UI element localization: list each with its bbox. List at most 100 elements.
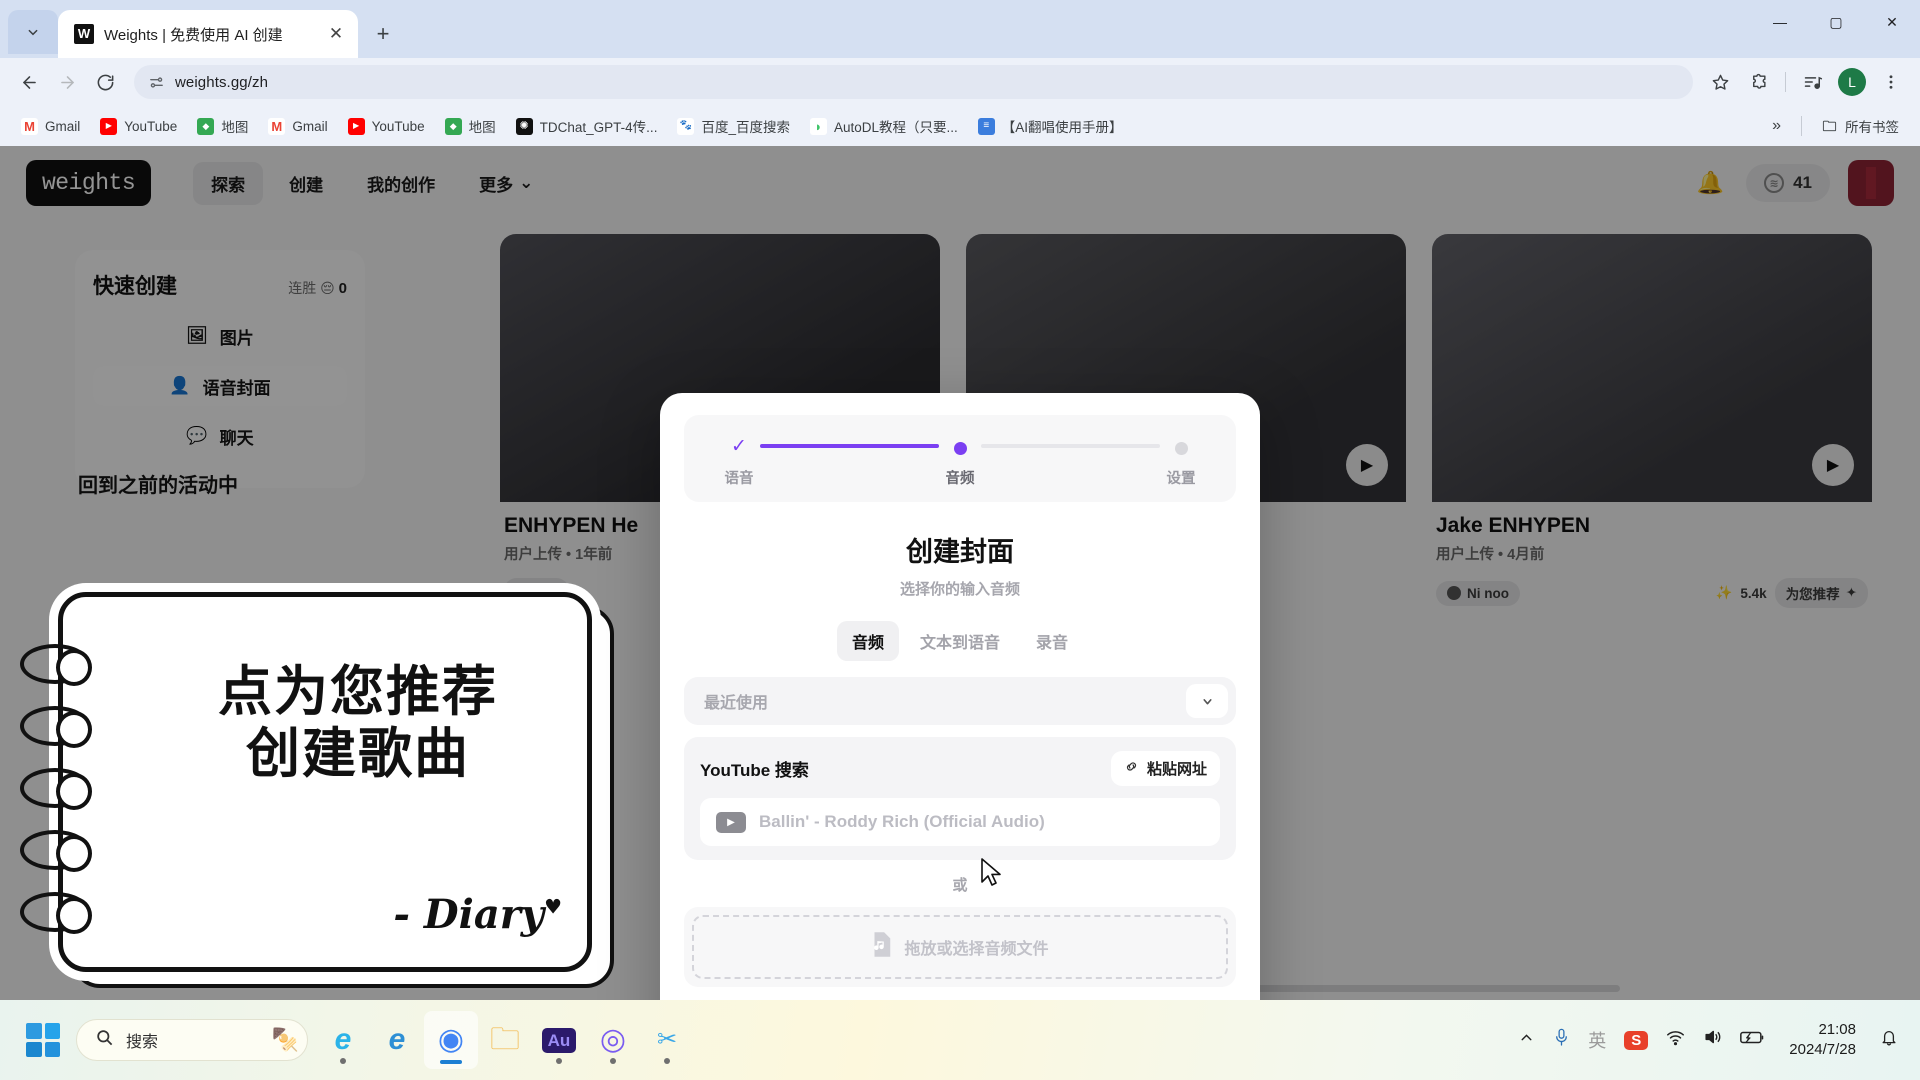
- volume-icon[interactable]: [1703, 1028, 1722, 1052]
- step-audio[interactable]: 音频: [939, 435, 981, 488]
- audio-dropzone-inner[interactable]: 拖放或选择音频文件: [692, 915, 1228, 979]
- taskbar-app-edge-legacy[interactable]: e: [316, 1011, 370, 1069]
- browser-tab[interactable]: W Weights | 免费使用 AI 创建 ✕: [58, 10, 358, 58]
- youtube-search-header: YouTube 搜索 粘贴网址: [700, 751, 1220, 786]
- media-control-icon[interactable]: [1796, 65, 1830, 99]
- running-indicator: [664, 1058, 670, 1064]
- close-window-button[interactable]: ✕: [1864, 0, 1920, 44]
- youtube-input-placeholder: Ballin' - Roddy Rich (Official Audio): [759, 812, 1045, 831]
- stepper-bar-complete: [760, 444, 939, 448]
- tab-title: Weights | 免费使用 AI 创建: [104, 26, 283, 44]
- page-viewport: weights 探索 创建 我的创作 更多 ⌄ 🔔 ≋ 41 快速创建 连胜 😔…: [0, 146, 1920, 1000]
- tab-audio[interactable]: 音频: [836, 621, 899, 661]
- spiral-ring-icon: [20, 830, 92, 872]
- modal-subtitle: 选择你的输入音频: [899, 581, 1020, 598]
- modal-tabs: 音频 文本到语音 录音: [684, 621, 1236, 661]
- tab-record[interactable]: 录音: [1021, 621, 1083, 661]
- taskbar-app-audition[interactable]: Au: [532, 1011, 586, 1069]
- windows-start-icon[interactable]: [26, 1023, 60, 1057]
- bookmark-item[interactable]: M Gmail: [259, 113, 336, 140]
- chevron-down-icon[interactable]: [1186, 684, 1228, 718]
- tab-strip: W Weights | 免费使用 AI 创建 ✕ +: [0, 0, 1920, 58]
- minimize-button[interactable]: —: [1752, 0, 1808, 44]
- step-dot-active: [953, 441, 967, 455]
- kebab-menu-icon[interactable]: [1874, 65, 1908, 99]
- bookmark-item[interactable]: ◆ 地图: [436, 111, 505, 141]
- youtube-search-section: YouTube 搜索 粘贴网址 ▶ Ballin' - Roddy Rich (…: [684, 737, 1236, 860]
- bookmark-item[interactable]: M Gmail: [12, 113, 89, 140]
- sogou-input-icon[interactable]: S: [1624, 1030, 1649, 1050]
- baidu-icon: 🐾: [677, 117, 695, 135]
- google-docs-icon: ≡: [977, 117, 995, 135]
- microphone-icon[interactable]: [1553, 1028, 1570, 1053]
- or-divider-label: 或: [952, 877, 968, 894]
- url-text: weights.gg/zh: [175, 73, 269, 91]
- bookmark-item[interactable]: ▶ YouTube: [91, 113, 186, 140]
- battery-charging-icon[interactable]: [1740, 1029, 1765, 1051]
- maximize-button[interactable]: ▢: [1808, 0, 1864, 44]
- browser-window: W Weights | 免费使用 AI 创建 ✕ + — ▢ ✕ weights…: [0, 0, 1920, 1080]
- paste-url-button[interactable]: 粘贴网址: [1110, 751, 1220, 786]
- browser-toolbar: weights.gg/zh L: [0, 58, 1920, 106]
- step-settings-label: 设置: [1166, 471, 1196, 487]
- taskbar-search-placeholder: 搜索: [126, 1034, 159, 1051]
- bookmark-item[interactable]: ◗ AutoDL教程（只要...: [801, 111, 967, 141]
- bookmark-item[interactable]: ◆ 地图: [188, 111, 257, 141]
- new-tab-button[interactable]: +: [366, 17, 400, 51]
- bookmark-item[interactable]: ▶ YouTube: [339, 113, 434, 140]
- profile-avatar[interactable]: L: [1838, 68, 1866, 96]
- taskbar-app-opera-gx[interactable]: ◎: [586, 1011, 640, 1069]
- taskbar-app-chrome[interactable]: ◉: [424, 1011, 478, 1069]
- clock-time: 21:08: [1818, 1020, 1856, 1038]
- taskbar-app-file-explorer[interactable]: 🗀: [478, 1011, 532, 1069]
- all-bookmarks-button[interactable]: 🗀 所有书签: [1812, 111, 1908, 141]
- bookmark-label: YouTube: [371, 118, 425, 134]
- bookmark-label: 百度_百度搜索: [701, 120, 790, 135]
- running-indicator: [340, 1058, 346, 1064]
- reload-icon[interactable]: [88, 65, 122, 99]
- bookmark-label: TDChat_GPT-4传...: [539, 120, 658, 135]
- recent-used-select[interactable]: 最近使用: [684, 677, 1236, 725]
- wifi-icon[interactable]: [1666, 1029, 1685, 1052]
- bookmark-label: YouTube: [124, 118, 178, 134]
- window-controls: — ▢ ✕: [1752, 0, 1920, 44]
- taskbar-app-snipping-tool[interactable]: ✂: [640, 1011, 694, 1069]
- chevron-up-icon[interactable]: [1518, 1029, 1535, 1052]
- maps-icon: ◆: [197, 117, 215, 135]
- running-indicator: [556, 1058, 562, 1064]
- notepad-signature-text: - Diary: [393, 891, 545, 938]
- bookmark-item[interactable]: 🐾 百度_百度搜索: [668, 111, 799, 141]
- youtube-icon: ▶: [100, 117, 118, 135]
- running-indicator: [610, 1058, 616, 1064]
- youtube-search-input[interactable]: ▶ Ballin' - Roddy Rich (Official Audio): [700, 798, 1220, 846]
- spiral-ring-icon: [20, 706, 92, 748]
- skewer-widget-icon[interactable]: 🍢: [272, 1027, 299, 1053]
- taskbar-search-input[interactable]: 搜索 🍢: [76, 1019, 308, 1061]
- taskbar-app-edge[interactable]: e: [370, 1011, 424, 1069]
- bookmark-star-icon[interactable]: [1703, 65, 1737, 99]
- active-indicator: [440, 1060, 462, 1064]
- bookmark-item[interactable]: ✺ TDChat_GPT-4传...: [507, 111, 667, 141]
- audio-dropzone[interactable]: 拖放或选择音频文件: [684, 907, 1236, 987]
- step-voice[interactable]: ✓ 语音: [718, 435, 760, 488]
- audio-file-icon: [871, 932, 892, 962]
- forward-icon[interactable]: [50, 65, 84, 99]
- address-bar[interactable]: weights.gg/zh: [134, 65, 1693, 99]
- gmail-icon: M: [21, 117, 38, 135]
- bookmarks-overflow-icon[interactable]: »: [1762, 112, 1791, 140]
- audio-dropzone-label: 拖放或选择音频文件: [904, 941, 1049, 958]
- step-settings[interactable]: 设置: [1160, 435, 1202, 488]
- folder-icon: 🗀: [1822, 118, 1837, 134]
- paste-url-label: 粘贴网址: [1146, 761, 1207, 778]
- ime-indicator[interactable]: 英: [1588, 1027, 1606, 1053]
- site-settings-icon[interactable]: [148, 74, 165, 91]
- back-icon[interactable]: [12, 65, 46, 99]
- notification-bell-icon[interactable]: [1880, 1028, 1898, 1053]
- tab-search-icon[interactable]: [8, 10, 58, 54]
- bookmark-item[interactable]: ≡ 【AI翻唱使用手册】: [969, 111, 1132, 141]
- bookmarks-bar: M Gmail ▶ YouTube ◆ 地图 M Gmail ▶ YouTube ◆ 地图 …: [0, 106, 1920, 146]
- extensions-icon[interactable]: [1741, 65, 1775, 99]
- tab-text-to-speech[interactable]: 文本到语音: [905, 621, 1015, 661]
- taskbar-clock[interactable]: 21:08 2024/7/28: [1783, 1020, 1862, 1061]
- close-icon[interactable]: ✕: [324, 22, 348, 46]
